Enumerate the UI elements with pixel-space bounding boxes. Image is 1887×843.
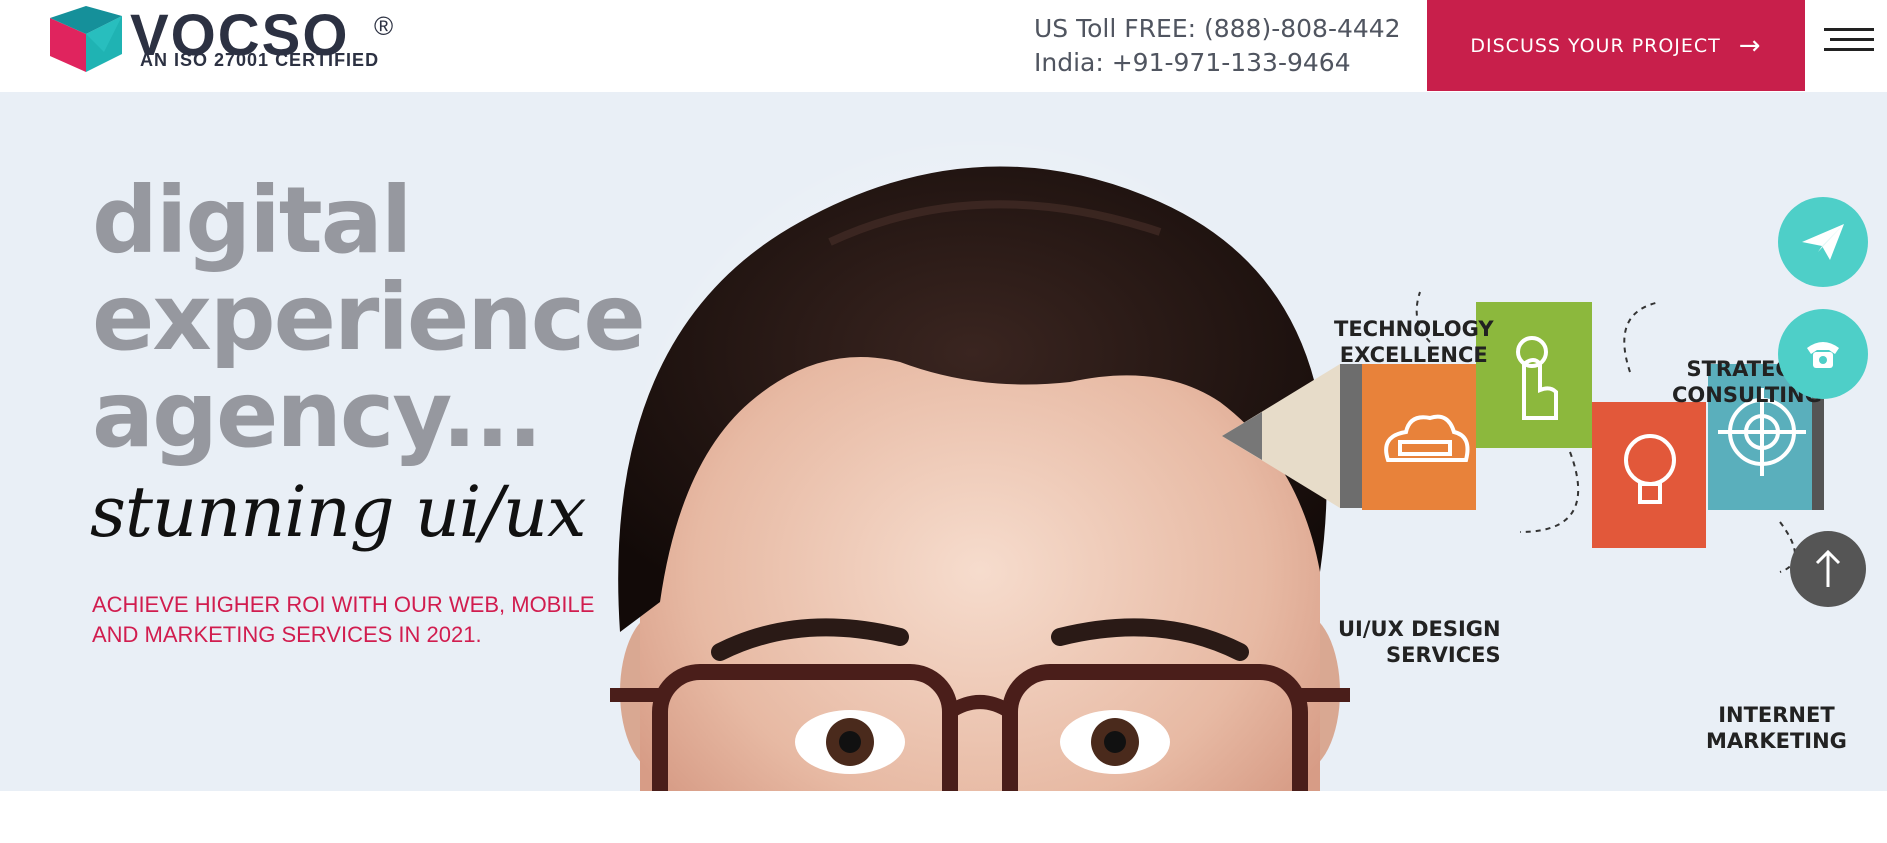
headline-line-1: digital bbox=[92, 167, 412, 274]
arrow-up-icon bbox=[1815, 549, 1841, 587]
logo-cube-icon bbox=[50, 6, 122, 72]
headline-line-2: experience bbox=[92, 264, 646, 371]
hero-bottom-strip bbox=[0, 791, 1887, 843]
discuss-project-button[interactable]: DISCUSS YOUR PROJECT → bbox=[1427, 0, 1805, 91]
services-diagram: TECHNOLOGY EXCELLENCE STRATEGY CONSULTIN… bbox=[1210, 192, 1850, 753]
contact-phones: US Toll FREE: (888)-808-4442 India: +91-… bbox=[1034, 12, 1401, 80]
label-uiux-design: UI/UX DESIGN SERVICES bbox=[1338, 617, 1501, 667]
pencil-blocks-graphic bbox=[1222, 291, 1824, 573]
label-internet-marketing: INTERNET MARKETING bbox=[1706, 703, 1847, 753]
hero-script-text: stunning ui/ux bbox=[90, 471, 586, 553]
cta-label: DISCUSS YOUR PROJECT bbox=[1470, 34, 1721, 57]
phone-india-link[interactable]: India: +91-971-133-9464 bbox=[1034, 46, 1401, 80]
hero-tagline: ACHIEVE HIGHER ROI WITH OUR WEB, MOBILE … bbox=[92, 592, 595, 647]
hero-section: digital experience agency... stunning ui… bbox=[0, 92, 1887, 791]
logo-certification: AN ISO 27001 CERTIFIED bbox=[140, 50, 380, 70]
hero-headline: digital experience agency... bbox=[92, 167, 646, 468]
phone-icon bbox=[1807, 342, 1839, 368]
send-message-button[interactable] bbox=[1778, 197, 1868, 287]
site-header: VOCSO ® AN ISO 27001 CERTIFIED US Toll F… bbox=[0, 0, 1887, 92]
paper-plane-icon bbox=[1802, 224, 1844, 260]
headline-line-3: agency... bbox=[92, 361, 543, 468]
arrow-right-icon: → bbox=[1738, 30, 1762, 61]
label-technology-excellence: TECHNOLOGY EXCELLENCE bbox=[1334, 317, 1494, 367]
vocso-logo[interactable]: VOCSO ® AN ISO 27001 CERTIFIED bbox=[48, 6, 408, 76]
phone-us-link[interactable]: US Toll FREE: (888)-808-4442 bbox=[1034, 12, 1401, 46]
hamburger-menu-icon[interactable] bbox=[1824, 28, 1874, 52]
scroll-to-top-button[interactable] bbox=[1790, 531, 1866, 607]
call-button[interactable] bbox=[1778, 309, 1868, 399]
logo-registered-mark: ® bbox=[374, 11, 394, 41]
